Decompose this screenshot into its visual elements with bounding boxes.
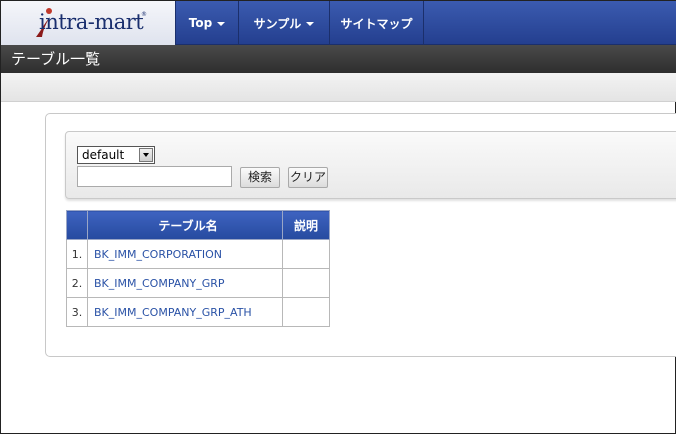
description-cell	[282, 268, 330, 298]
nav-top-menu[interactable]: Top	[176, 1, 239, 45]
table-name-link[interactable]: BK_IMM_COMPANY_GRP_ATH	[94, 306, 252, 319]
header-description: 説明	[282, 210, 330, 240]
table-name-cell: BK_IMM_CORPORATION	[87, 239, 283, 269]
header-table-name: テーブル名	[87, 210, 283, 240]
description-cell	[282, 297, 330, 327]
row-number: 1.	[66, 239, 88, 269]
row-number: 3.	[66, 297, 88, 327]
nav-sample-label: サンプル	[253, 16, 302, 31]
logo-text: intra-mart	[39, 10, 144, 34]
search-input[interactable]	[77, 166, 232, 187]
table-name-cell: BK_IMM_COMPANY_GRP	[87, 268, 283, 298]
intra-mart-logo[interactable]: intra-mart ®	[1, 1, 176, 45]
table-row: 2. BK_IMM_COMPANY_GRP	[66, 268, 330, 298]
row-number: 2.	[66, 268, 88, 298]
nav-sample-menu[interactable]: サンプル	[239, 1, 330, 45]
search-box	[65, 131, 676, 199]
table-row: 1. BK_IMM_CORPORATION	[66, 239, 330, 269]
table-name-link[interactable]: BK_IMM_CORPORATION	[94, 248, 222, 261]
table-name-cell: BK_IMM_COMPANY_GRP_ATH	[87, 297, 283, 327]
nav-sitemap-label: サイトマップ	[340, 16, 413, 31]
registered-mark-icon: ®	[141, 11, 147, 18]
caret-down-icon	[306, 22, 315, 26]
table-list: テーブル名 説明 1. BK_IMM_CORPORATION 2. BK_IMM…	[66, 210, 330, 327]
description-cell	[282, 239, 330, 269]
table-name-link[interactable]: BK_IMM_COMPANY_GRP	[94, 277, 225, 290]
nav-sitemap-link[interactable]: サイトマップ	[330, 1, 424, 45]
table-header-row: テーブル名 説明	[66, 210, 330, 240]
dropdown-arrow-icon[interactable]	[139, 148, 153, 162]
schema-select[interactable]: default	[77, 146, 155, 164]
caret-down-icon	[217, 22, 226, 26]
top-navbar: intra-mart ® Top サンプル サイトマップ	[1, 1, 676, 45]
table-row: 3. BK_IMM_COMPANY_GRP_ATH	[66, 297, 330, 327]
clear-button[interactable]: クリア	[288, 167, 328, 188]
header-number	[66, 210, 88, 240]
page-title: テーブル一覧	[1, 45, 676, 73]
search-button[interactable]: 検索	[240, 167, 280, 188]
schema-select-value: default	[82, 148, 125, 162]
nav-top-label: Top	[188, 16, 213, 30]
sub-toolbar	[1, 73, 676, 102]
